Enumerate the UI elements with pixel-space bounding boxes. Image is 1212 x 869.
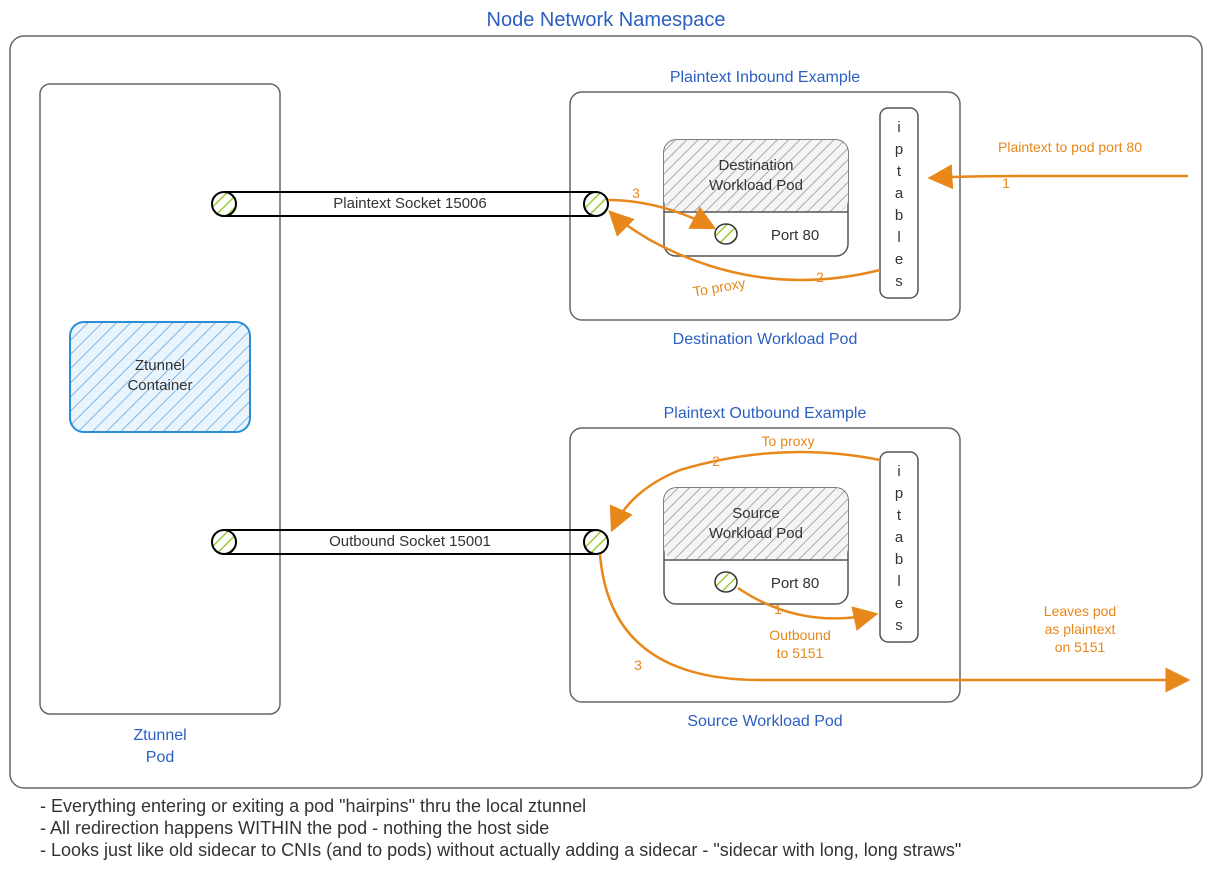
ztunnel-container-label-1: Ztunnel [135,357,185,374]
svg-text:a: a [895,529,904,546]
diagram: Node Network Namespace Ztunnel Pod Ztunn… [0,0,1212,869]
svg-text:l: l [897,573,900,590]
ztunnel-container-label-2: Container [127,377,192,394]
source-step2: 2 [712,453,720,469]
source-step3: 3 [634,657,642,673]
inbound-socket-label: Plaintext Socket 15006 [333,195,486,212]
svg-text:b: b [895,551,903,568]
dest-to-proxy-label: To proxy [692,275,747,300]
outbound-socket-label: Outbound Socket 15001 [329,533,491,550]
source-port-label: Port 80 [771,575,819,592]
svg-text:b: b [895,207,903,224]
ztunnel-pod-label-2: Pod [146,749,174,766]
source-to-proxy-label: To proxy [762,433,815,449]
source-outbound-label-2: to 5151 [777,645,824,661]
source-example-label: Plaintext Outbound Example [664,405,867,422]
svg-text:i: i [897,463,900,480]
dest-arrow-to-proxy [610,212,880,280]
svg-text:s: s [895,273,903,290]
dest-step1: 1 [1002,175,1010,191]
source-outbound-label-1: Outbound [769,627,831,643]
source-leaves-label-1: Leaves pod [1044,603,1116,619]
source-step1: 1 [774,601,782,617]
source-pod-caption: Source Workload Pod [687,713,842,730]
source-arrow-outbound [738,588,876,618]
dest-workload-name-1: Destination [718,157,793,174]
dest-port-icon [715,224,737,244]
ztunnel-pod-label-1: Ztunnel [133,727,186,744]
dest-workload-header [664,140,848,212]
source-leaves-label-3: on 5151 [1055,639,1106,655]
footer-line-2: - All redirection happens WITHIN the pod… [40,818,549,838]
dest-port-label: Port 80 [771,227,819,244]
svg-text:e: e [895,251,903,268]
dest-iptables-box [880,108,918,298]
dest-step3: 3 [632,185,640,201]
source-port-icon [715,572,737,592]
dest-pod-caption: Destination Workload Pod [673,331,858,348]
svg-text:p: p [895,485,903,502]
footer-line-3: - Looks just like old sidecar to CNIs (a… [40,840,961,860]
svg-text:s: s [895,617,903,634]
svg-text:i: i [897,119,900,136]
dest-step2: 2 [816,269,824,285]
dest-arrow-external [930,176,1188,178]
namespace-title: Node Network Namespace [487,9,726,31]
footer-line-1: - Everything entering or exiting a pod "… [40,796,586,816]
dest-workload-name-2: Workload Pod [709,177,803,194]
source-leaves-label-2: as plaintext [1045,621,1116,637]
svg-text:l: l [897,229,900,246]
source-workload-header [664,488,848,560]
source-workload-name-1: Source [732,505,780,522]
svg-text:e: e [895,595,903,612]
svg-text:a: a [895,185,904,202]
source-iptables-box [880,452,918,642]
dest-example-label: Plaintext Inbound Example [670,69,860,86]
dest-arrow-external-label: Plaintext to pod port 80 [998,139,1142,155]
source-workload-name-2: Workload Pod [709,525,803,542]
svg-text:p: p [895,141,903,158]
